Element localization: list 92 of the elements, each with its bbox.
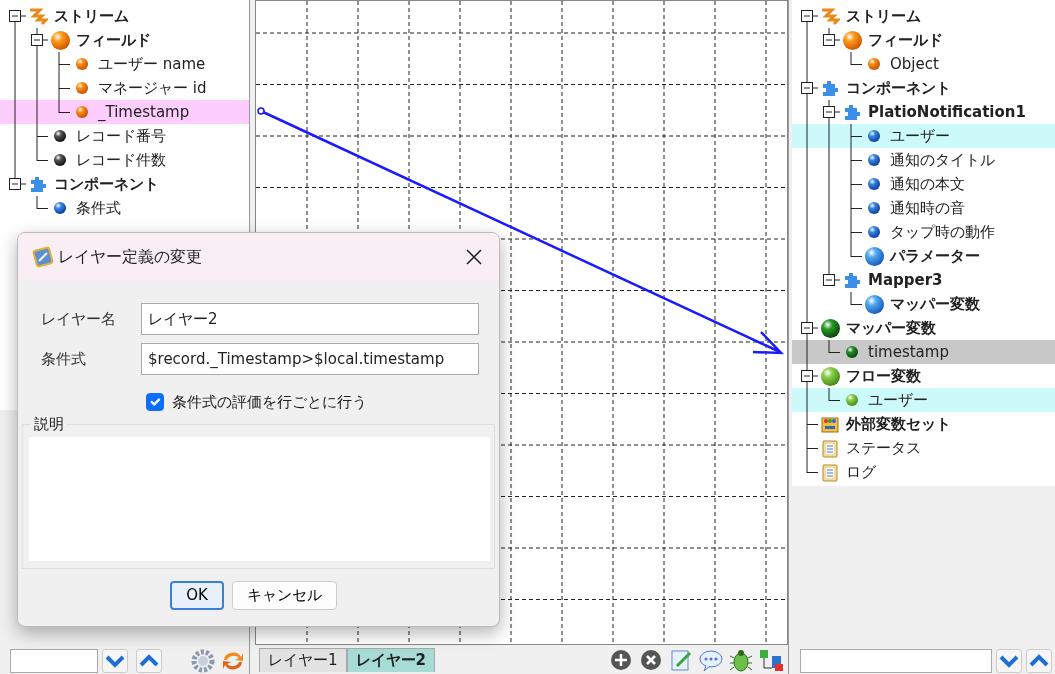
tree-item[interactable]: パラメーター [890,247,980,265]
dialog-button[interactable]: OK [170,580,224,610]
sphere-icon [76,82,88,94]
sphere-icon [820,318,840,338]
tree-item[interactable]: フィールド [76,31,151,49]
network-icon[interactable] [758,648,784,672]
tree-item[interactable]: マッパー変数 [846,319,936,337]
checkbox-label: 条件式の評価を行ごとに行う [172,392,367,413]
tree-item[interactable]: ユーザー [868,391,928,409]
tree-item[interactable]: ストリーム [54,7,129,25]
sphere-icon [820,366,840,386]
tree-item[interactable]: ログ [846,463,876,481]
sphere-icon [846,394,858,406]
tree-line [850,148,862,172]
puzzle-icon [820,78,840,98]
tree-item[interactable]: 通知時の音 [890,199,965,217]
tree-line [806,340,808,364]
sphere-icon [76,106,88,118]
tree-item[interactable]: 通知のタイトル [890,151,995,169]
dialog-button[interactable]: キャンセル [231,580,337,610]
tree-line [36,196,48,209]
close-icon[interactable] [465,248,483,266]
dialog-title: レイヤー定義の変更 [58,246,202,268]
layer-tab[interactable]: レイヤー1 [259,648,347,672]
tree-item[interactable]: ステータス [846,439,921,457]
tree-item[interactable]: タップ時の動作 [890,223,995,241]
gear-icon[interactable] [190,649,216,673]
tree-line [58,52,70,76]
sphere-icon [846,346,858,358]
puzzle-icon [842,102,862,122]
sphere-icon [868,130,880,142]
previous-button[interactable] [1026,649,1052,673]
chest-icon [820,414,840,434]
next-button[interactable] [102,649,128,673]
sphere-icon [54,202,66,214]
puzzle-icon [842,270,862,290]
tree-item[interactable]: マネージャー id [98,79,207,97]
tree-item[interactable]: _Timestamp [98,103,190,121]
tree-line [828,388,840,401]
sphere-icon [842,30,862,50]
tree-item[interactable]: ユーザー name [98,55,206,73]
tree-item[interactable]: 外部変数セット [846,415,951,433]
sphere-icon [868,226,880,238]
tree-item[interactable]: コンポーネント [846,79,951,97]
clipboard-icon [820,438,840,458]
tree-item[interactable]: フィールド [868,31,943,49]
tree-item[interactable]: レコード件数 [76,151,166,169]
tree-item[interactable]: ユーザー [890,127,950,145]
input-field[interactable]: $record._Timestamp>$local.timestamp [141,343,479,375]
sphere-icon [76,58,88,70]
sphere-icon [868,202,880,214]
search-field[interactable] [10,649,98,673]
tree-item[interactable]: コンポーネント [54,175,159,193]
sphere-icon [50,30,70,50]
tree-item[interactable]: 条件式 [76,199,121,217]
tree-line [850,124,862,148]
tree-item[interactable]: レコード番号 [76,127,166,145]
tree-item[interactable]: timestamp [868,343,949,361]
checkbox[interactable] [146,393,164,412]
tree-item[interactable]: ストリーム [846,7,921,25]
clipboard-icon [820,462,840,482]
add-icon[interactable] [608,648,634,672]
tree-item[interactable]: マッパー変数 [890,295,980,313]
sphere-icon [54,130,66,142]
input-field[interactable]: レイヤー2 [141,303,479,335]
sphere-icon [54,154,66,166]
tree-line [850,196,862,220]
search-field[interactable] [800,649,992,673]
tree-line [828,340,840,353]
bug-icon[interactable] [728,648,754,672]
tree-item[interactable]: Object [890,55,939,73]
tree-line [850,172,862,196]
next-button[interactable] [996,649,1022,673]
layer-tab[interactable]: レイヤー2 [346,648,435,672]
field-label: 条件式 [41,348,87,370]
tree-line [850,292,862,305]
sphere-icon [868,154,880,166]
tree-item[interactable]: Mapper3 [868,271,943,289]
sphere-icon [864,294,884,314]
sphere-icon [868,178,880,190]
tree-line [850,52,862,65]
tree-item[interactable]: 通知の本文 [890,175,965,193]
puzzle-icon [28,174,48,194]
field-label: レイヤー名 [41,308,117,330]
sphere-icon [868,58,880,70]
tree-item[interactable]: フロー変数 [846,367,921,385]
sphere-icon [864,246,884,266]
app-icon [32,246,54,268]
tree-item[interactable]: PlatioNotification1 [868,103,1026,121]
comment-icon[interactable] [698,648,724,672]
remove-icon[interactable] [638,648,664,672]
previous-button[interactable] [136,649,162,673]
